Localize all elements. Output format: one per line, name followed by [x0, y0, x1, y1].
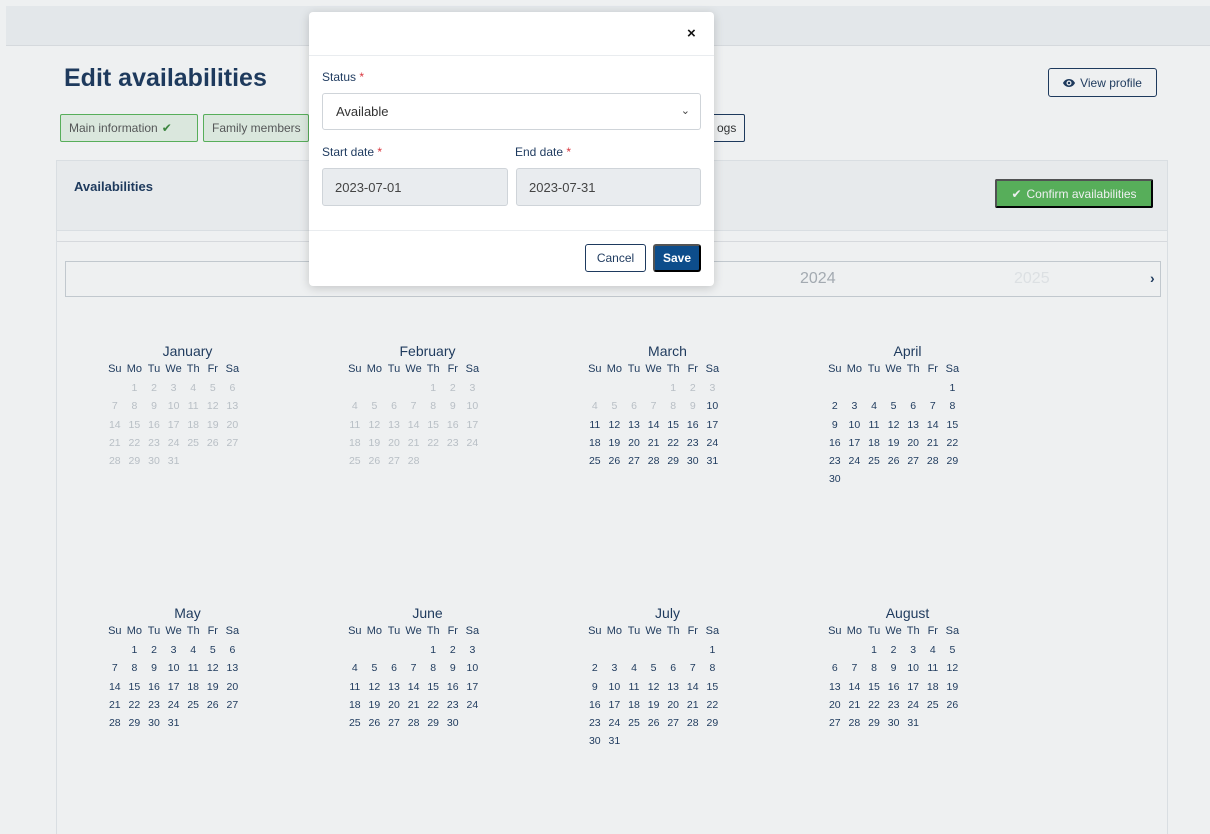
chevron-down-icon: ⌄	[680, 105, 690, 117]
start-date-field[interactable]: 2023-07-01	[322, 168, 508, 206]
status-select[interactable]: Available ⌄	[322, 93, 701, 130]
cancel-button[interactable]: Cancel	[585, 244, 646, 272]
end-date-field[interactable]: 2023-07-31	[516, 168, 701, 206]
status-label-text: Status	[322, 70, 357, 84]
required-mark: *	[566, 145, 572, 159]
close-icon[interactable]: ×	[687, 25, 696, 42]
start-date-value: 2023-07-01	[335, 179, 402, 195]
status-label: Status *	[322, 70, 364, 84]
start-date-label: Start date *	[322, 145, 382, 159]
required-mark: *	[377, 145, 383, 159]
status-select-value: Available	[336, 104, 389, 119]
modal-header: ×	[309, 12, 714, 56]
end-date-value: 2023-07-31	[529, 179, 596, 195]
end-date-label: End date *	[515, 145, 571, 159]
required-mark: *	[359, 70, 365, 84]
availability-modal: × Status * Available ⌄ Start date * 2023…	[309, 12, 714, 286]
save-button[interactable]: Save	[653, 244, 701, 272]
end-date-label-text: End date	[515, 145, 564, 159]
start-date-label-text: Start date	[322, 145, 375, 159]
modal-footer-divider	[309, 230, 714, 231]
